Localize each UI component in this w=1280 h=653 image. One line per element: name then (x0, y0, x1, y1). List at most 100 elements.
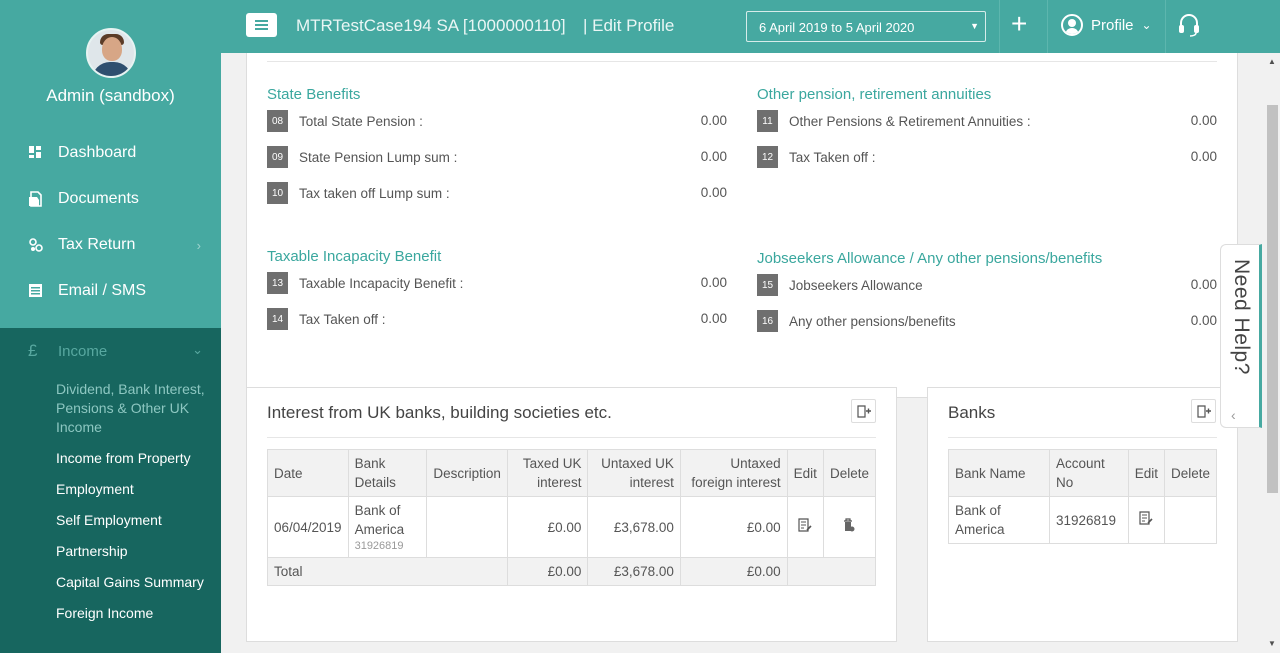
box-number-badge: 10 (267, 182, 288, 204)
sidebar-item-income[interactable]: £ Income ⌄ (0, 328, 221, 374)
divider (267, 61, 1217, 62)
field-label: Any other pensions/benefits (789, 313, 956, 329)
submenu-item-partnership[interactable]: Partnership (56, 536, 221, 567)
col-header: Untaxed UK interest (587, 449, 681, 497)
tax-period-value: 6 April 2019 to 5 April 2020 (759, 20, 915, 35)
field-row: 11 Other Pensions & Retirement Annuities… (757, 110, 1031, 132)
sidebar-item-documents[interactable]: Documents (0, 176, 221, 222)
field-label: Other Pensions & Retirement Annuities : (789, 113, 1031, 129)
avatar[interactable] (85, 28, 136, 78)
add-document-icon (857, 405, 871, 418)
income-menu: £ Income ⌄ Dividend, Bank Interest, Pens… (0, 328, 221, 653)
trash-icon (844, 517, 855, 531)
sidebar-item-dashboard[interactable]: Dashboard (0, 130, 221, 176)
income-submenu: Dividend, Bank Interest, Pensions & Othe… (0, 374, 221, 629)
box-number-badge: 11 (757, 110, 778, 132)
account-number: 31926819 (354, 540, 404, 552)
menu-toggle-button[interactable] (246, 13, 277, 37)
cell-account-no: 31926819 (1048, 496, 1129, 544)
total-taxed: £0.00 (507, 557, 589, 586)
add-button[interactable]: + (1011, 9, 1027, 39)
scroll-down-arrow[interactable]: ▼ (1268, 639, 1276, 648)
sidebar-item-label: Tax Return (58, 236, 136, 253)
divider (1165, 0, 1166, 53)
submenu-item-dividend[interactable]: Dividend, Bank Interest, Pensions & Othe… (56, 374, 221, 443)
add-interest-button[interactable] (851, 399, 876, 423)
banks-table: Bank Name Account No Edit Delete Bank of… (948, 449, 1218, 544)
interest-panel-title: Interest from UK banks, building societi… (267, 403, 612, 422)
sidebar-item-label: Income (58, 342, 108, 360)
divider (1047, 0, 1048, 53)
field-label: Tax taken off Lump sum : (299, 185, 450, 201)
delete-row-button[interactable] (822, 496, 877, 558)
box-number-badge: 08 (267, 110, 288, 132)
section-title-incapacity: Taxable Incapacity Benefit (267, 248, 442, 265)
interest-table: Date Bank Details Description Taxed UK i… (266, 449, 877, 586)
submenu-item-property[interactable]: Income from Property (56, 443, 221, 474)
field-row: 08 Total State Pension : (267, 110, 423, 132)
field-row: 09 State Pension Lump sum : (267, 146, 457, 168)
field-label: State Pension Lump sum : (299, 149, 458, 165)
sidebar-item-email-sms[interactable]: Email / SMS (0, 268, 221, 314)
email-icon (28, 283, 44, 299)
col-header: Edit (1127, 449, 1165, 497)
cell-foreign: £0.00 (679, 496, 788, 558)
col-header: Edit (786, 449, 824, 497)
scrollbar[interactable]: ▲ ▼ (1265, 53, 1280, 653)
caret-down-icon: ▼ (970, 21, 979, 31)
total-untaxed: £3,678.00 (587, 557, 681, 586)
field-label: Tax Taken off : (789, 149, 876, 165)
need-help-tab[interactable]: Need Help? ‹ (1220, 244, 1262, 428)
banks-panel-title: Banks (948, 403, 996, 422)
field-label: Total State Pension : (299, 113, 423, 129)
chevron-down-icon: ⌄ (192, 342, 203, 357)
profile-menu-button[interactable]: Profile ⌄ (1061, 14, 1152, 36)
col-header: Untaxed foreign interest (679, 449, 788, 497)
add-document-icon (1197, 405, 1211, 418)
sidebar: Admin (sandbox) Dashboard Documents Tax … (0, 0, 221, 653)
field-row: 16 Any other pensions/benefits (757, 310, 956, 332)
field-label: Jobseekers Allowance (789, 277, 923, 293)
field-value: 0.00 (700, 311, 727, 326)
sidebar-item-label: Email / SMS (58, 282, 147, 299)
profile-name: Admin (sandbox) (46, 86, 175, 105)
submenu-item-self-employment[interactable]: Self Employment (56, 505, 221, 536)
col-header: Bank Details (347, 449, 428, 497)
table-header-row: Bank Name Account No Edit Delete (948, 449, 1218, 497)
submenu-item-capital-gains[interactable]: Capital Gains Summary (56, 567, 221, 598)
sidebar-item-tax-return[interactable]: Tax Return › (0, 222, 221, 268)
box-number-badge: 13 (267, 272, 288, 294)
divider (999, 0, 1000, 53)
bank-name: Bank of America (354, 503, 405, 537)
submenu-item-employment[interactable]: Employment (56, 474, 221, 505)
headset-support-icon[interactable] (1178, 13, 1200, 37)
tax-period-select[interactable]: 6 April 2019 to 5 April 2020 ▼ (746, 11, 986, 42)
divider (948, 437, 1217, 438)
field-value: 0.00 (1190, 113, 1217, 128)
interest-panel: Interest from UK banks, building societi… (246, 387, 897, 642)
cell-description (426, 496, 509, 558)
sidebar-profile: Admin (sandbox) (0, 0, 221, 130)
section-title-other-pension: Other pension, retirement annuities (757, 86, 992, 103)
field-value: 0.00 (700, 113, 727, 128)
chevron-down-icon: ⌄ (1141, 18, 1152, 32)
tax-return-icon (28, 237, 44, 253)
add-bank-button[interactable] (1191, 399, 1216, 423)
box-number-badge: 09 (267, 146, 288, 168)
submenu-item-foreign-income[interactable]: Foreign Income (56, 598, 221, 629)
client-title: MTRTestCase194 SA [1000000110] (296, 16, 566, 35)
table-row: 06/04/2019 Bank of America 31926819 £0.0… (267, 496, 877, 558)
col-header: Taxed UK interest (507, 449, 589, 497)
cell-date: 06/04/2019 (267, 496, 349, 558)
edit-row-button[interactable] (786, 496, 824, 558)
scrollbar-thumb[interactable] (1267, 105, 1278, 493)
edit-icon (1139, 510, 1153, 525)
scroll-up-arrow[interactable]: ▲ (1268, 57, 1276, 66)
field-value: 0.00 (1190, 277, 1217, 292)
total-foreign: £0.00 (679, 557, 788, 586)
edit-bank-button[interactable] (1127, 496, 1165, 544)
box-number-badge: 12 (757, 146, 778, 168)
page-title: | Edit Profile (583, 16, 675, 35)
profile-label: Profile (1091, 16, 1134, 34)
field-label: Taxable Incapacity Benefit : (299, 275, 464, 291)
